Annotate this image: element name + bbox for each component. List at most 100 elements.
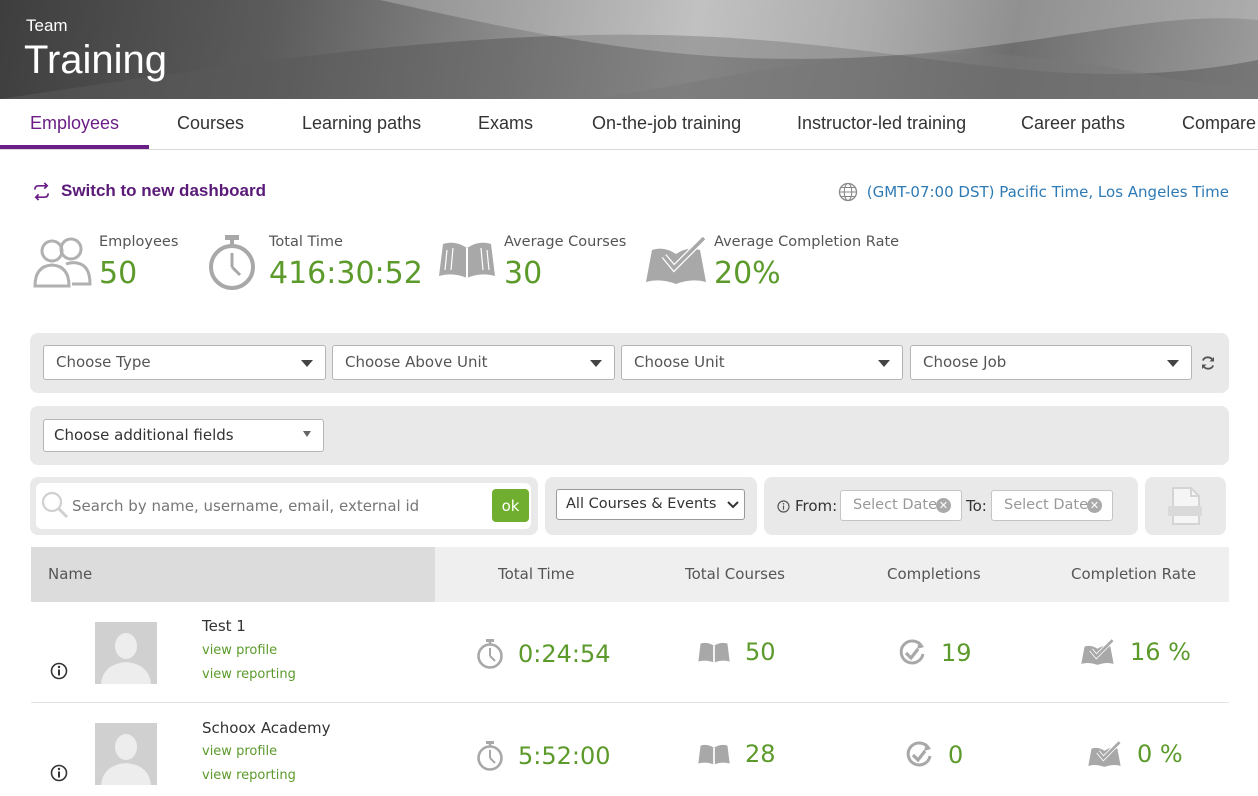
view-profile-link[interactable]: view profile	[202, 643, 277, 658]
total-time-cell: 5:52:00	[476, 740, 611, 772]
choose-additional-fields-value: Choose additional fields	[54, 426, 234, 444]
tab-learning-paths[interactable]: Learning paths	[302, 99, 421, 149]
choose-above-unit-select[interactable]: Choose Above Unit	[332, 345, 615, 380]
column-header-completions[interactable]: Completions	[887, 547, 981, 602]
book-icon	[439, 242, 495, 278]
total-courses-value: 50	[745, 638, 776, 666]
stat-total-time: Total Time 416:30:52	[206, 232, 426, 296]
banner-background	[0, 0, 1258, 99]
info-icon[interactable]	[50, 662, 68, 680]
stopwatch-icon	[477, 741, 503, 771]
choose-unit-select[interactable]: Choose Unit	[621, 345, 903, 380]
switch-dashboard-label: Switch to new dashboard	[61, 181, 266, 200]
avatar[interactable]	[95, 723, 157, 785]
view-reporting-link[interactable]: view reporting	[202, 768, 296, 783]
view-reporting-link[interactable]: view reporting	[202, 667, 296, 682]
timezone-label: (GMT-07:00 DST) Pacific Time, Los Angele…	[866, 183, 1229, 201]
info-icon[interactable]	[777, 500, 790, 513]
additional-fields-panel: Choose additional fields	[30, 406, 1229, 465]
completion-rate-value: 0 %	[1137, 740, 1183, 768]
completions-value: 0	[948, 741, 964, 769]
export-button[interactable]	[1145, 477, 1226, 535]
total-time-value: 0:24:54	[518, 640, 611, 668]
unit-filter-panel: Choose Type Choose Above Unit Choose Uni…	[30, 333, 1229, 393]
stat-average-completion-rate: Average Completion Rate 20%	[644, 232, 924, 296]
chevron-down-icon	[301, 360, 313, 367]
course-filter-value: All Courses & Events	[566, 496, 717, 512]
total-time-value: 5:52:00	[518, 742, 611, 770]
course-filter-panel: All Courses & Events	[545, 477, 757, 535]
tab-courses[interactable]: Courses	[177, 99, 244, 149]
chevron-down-icon	[878, 360, 890, 367]
search-input[interactable]	[72, 491, 482, 521]
tab-on-the-job-training[interactable]: On-the-job training	[592, 99, 741, 149]
stopwatch-icon	[477, 639, 503, 669]
choose-type-select[interactable]: Choose Type	[43, 345, 326, 380]
stat-total-time-label: Total Time	[269, 234, 343, 250]
stat-completion-rate-label: Average Completion Rate	[714, 234, 900, 250]
page-title: Training	[24, 38, 168, 82]
check-book-icon	[646, 235, 707, 284]
table-row: Test 1 view profile view reporting 0:24:…	[31, 602, 1229, 703]
info-icon[interactable]	[50, 764, 68, 782]
stat-employees: Employees 50	[32, 232, 192, 296]
column-header-completion-rate[interactable]: Completion Rate	[1071, 547, 1196, 602]
choose-above-unit-value: Choose Above Unit	[345, 353, 488, 371]
total-time-cell: 0:24:54	[476, 638, 611, 670]
completions-cell: 0	[904, 740, 963, 770]
choose-type-value: Choose Type	[56, 353, 151, 371]
total-courses-value: 28	[745, 740, 776, 768]
stat-employees-value: 50	[99, 256, 138, 291]
clear-icon[interactable]: ✕	[936, 498, 951, 513]
view-profile-link[interactable]: view profile	[202, 744, 277, 759]
tab-career-paths[interactable]: Career paths	[1021, 99, 1125, 149]
column-header-total-time[interactable]: Total Time	[498, 547, 575, 602]
column-header-name[interactable]: Name	[48, 547, 92, 602]
from-date-input[interactable]: Select Date ✕	[840, 490, 962, 521]
completion-rate-cell: 16 %	[1080, 638, 1191, 666]
excel-export-icon	[1168, 487, 1202, 525]
choose-additional-fields-select[interactable]: Choose additional fields	[43, 419, 324, 452]
stat-employees-label: Employees	[99, 234, 179, 250]
to-date-input[interactable]: Select Date ✕	[991, 490, 1113, 521]
chevron-down-icon	[590, 360, 602, 367]
completions-cell: 19	[897, 638, 972, 668]
completion-check-icon	[899, 639, 925, 665]
tab-compare[interactable]: Compare	[1182, 99, 1256, 149]
main-tabs: Employees Courses Learning paths Exams O…	[0, 99, 1258, 150]
to-label: To:	[966, 497, 987, 515]
people-icon	[33, 237, 92, 288]
search-ok-button[interactable]: ok	[492, 489, 529, 522]
table-row: Schoox Academy view profile view reporti…	[31, 704, 1229, 796]
choose-job-select[interactable]: Choose Job	[910, 345, 1192, 380]
stat-average-courses: Average Courses 30	[437, 232, 637, 296]
user-silhouette-icon	[95, 723, 157, 785]
column-header-total-courses[interactable]: Total Courses	[685, 547, 785, 602]
clear-icon[interactable]: ✕	[1087, 498, 1102, 513]
tab-employees[interactable]: Employees	[0, 99, 150, 149]
timezone-link[interactable]: (GMT-07:00 DST) Pacific Time, Los Angele…	[838, 182, 1229, 202]
book-icon	[698, 642, 730, 663]
table-header: Name Total Time Total Courses Completion…	[31, 547, 1229, 602]
stat-average-courses-label: Average Courses	[504, 234, 627, 250]
tab-exams[interactable]: Exams	[478, 99, 533, 149]
refresh-icon[interactable]	[1200, 355, 1216, 371]
choose-unit-value: Choose Unit	[634, 353, 725, 371]
from-date-placeholder: Select Date	[853, 497, 937, 513]
header-banner: Team Training	[0, 0, 1258, 99]
stat-total-time-value: 416:30:52	[269, 256, 423, 291]
stat-average-courses-value: 30	[504, 256, 543, 291]
chevron-down-icon	[1167, 360, 1179, 367]
stat-completion-rate-value: 20%	[714, 256, 781, 291]
tab-instructor-led-training[interactable]: Instructor-led training	[797, 99, 966, 149]
course-filter-select[interactable]: All Courses & Events	[556, 489, 745, 520]
user-silhouette-icon	[95, 622, 157, 684]
completion-check-icon	[906, 741, 932, 767]
completion-rate-cell: 0 %	[1087, 740, 1183, 768]
total-courses-cell: 28	[697, 740, 776, 768]
chevron-down-icon	[303, 431, 311, 437]
employee-name: Schoox Academy	[202, 719, 331, 737]
switch-dashboard-link[interactable]: Switch to new dashboard	[32, 181, 266, 201]
from-label: From:	[795, 497, 838, 515]
avatar[interactable]	[95, 622, 157, 684]
